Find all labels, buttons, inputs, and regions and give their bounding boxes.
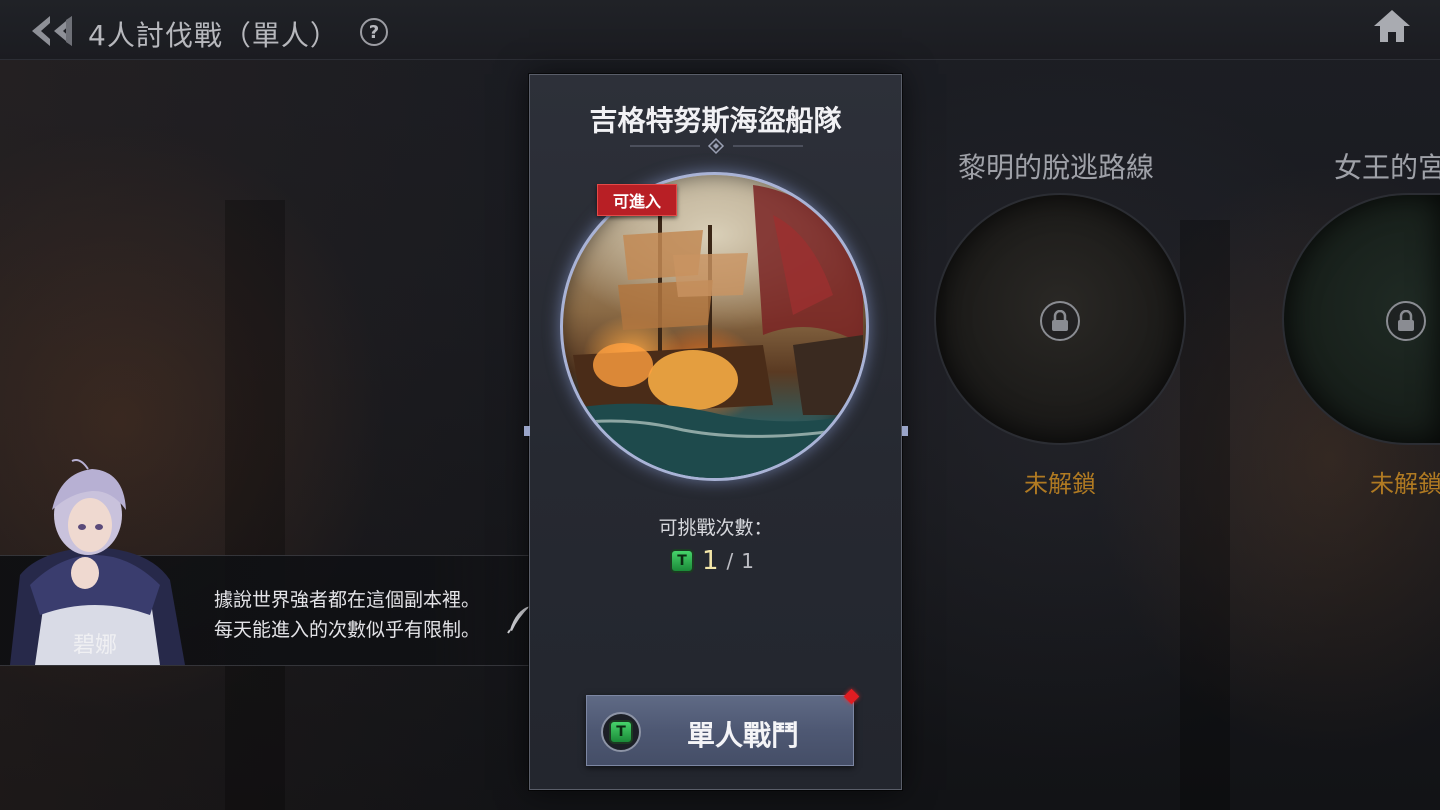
help-icon[interactable]: ?: [360, 18, 388, 46]
lock-icon: [1386, 301, 1426, 341]
attempts-counter: T 1 / 1: [670, 545, 754, 577]
attempts-separator: /: [726, 549, 734, 573]
dungeon-card[interactable]: 吉格特努斯海盜船隊 可進入 可挑戰次數： T 1 / 1 T 單人戰鬥: [529, 74, 902, 790]
locked-dungeon-title: 黎明的脫逃路線: [958, 151, 1155, 184]
double-chevron-left-icon: [32, 16, 72, 46]
npc-name-plate: 碧娜: [20, 624, 170, 662]
dungeon-art[interactable]: [560, 172, 869, 481]
attempts-label: 可挑戰次數：: [658, 517, 773, 539]
attempts-total: 1: [741, 549, 755, 573]
card-edge-marker: [524, 426, 530, 436]
locked-dungeon-title: 女王的宮: [1334, 151, 1440, 184]
npc-dialogue-line: 每天能進入的次數似乎有限制。: [214, 619, 481, 641]
title-ornament: [630, 137, 803, 155]
npc-dialogue-line: 據說世界強者都在這個副本裡。: [214, 589, 481, 611]
background-pillar: [225, 200, 285, 810]
solo-battle-button[interactable]: T 單人戰鬥: [586, 695, 854, 766]
back-button[interactable]: [28, 12, 78, 50]
ticket-icon: T: [601, 712, 641, 752]
lock-icon: [1040, 301, 1080, 341]
enter-badge: 可進入: [597, 184, 677, 216]
solo-battle-label: 單人戰鬥: [687, 719, 800, 752]
home-button[interactable]: [1372, 8, 1412, 44]
locked-status: 未解鎖: [1024, 470, 1096, 498]
dungeon-title: 吉格特努斯海盜船隊: [589, 104, 842, 137]
background-pillar: [1180, 220, 1230, 810]
attempts-current: 1: [702, 546, 719, 576]
locked-status: 未解鎖: [1370, 470, 1440, 498]
top-bar: 4人討伐戰（單人） ?: [0, 0, 1440, 60]
page-title: 4人討伐戰（單人）: [88, 19, 339, 52]
npc-name: 碧娜: [72, 633, 117, 658]
home-icon: [1374, 10, 1410, 42]
locked-dungeon-art[interactable]: [934, 193, 1186, 445]
card-edge-marker: [902, 426, 908, 436]
ticket-icon: T: [670, 549, 694, 573]
